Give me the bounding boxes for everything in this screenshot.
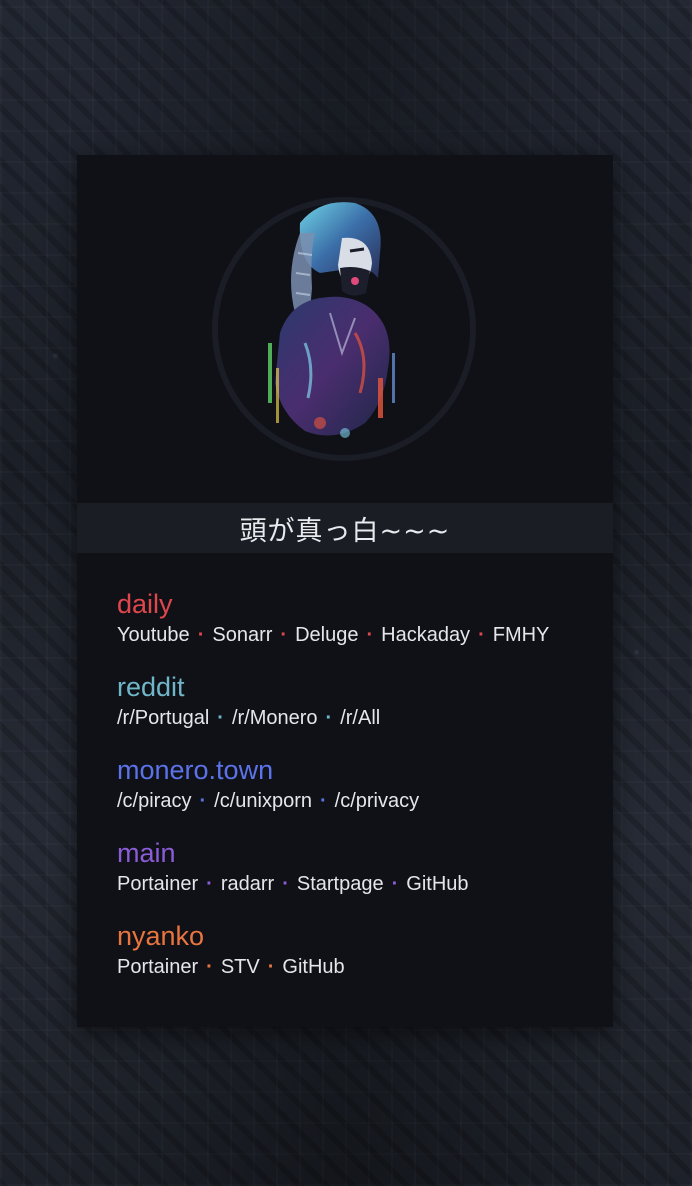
group-links: Youtube · Sonarr · Deluge · Hackaday · FMHY [117, 621, 597, 649]
link-group-nyanko: nyanko Portainer · STV · GitHub [117, 919, 597, 984]
bookmark-link[interactable]: GitHub [282, 956, 344, 978]
link-separator: · [280, 624, 288, 646]
link-group-daily: daily Youtube · Sonarr · Deluge · Hackaday · FMHY [117, 587, 597, 652]
page-title: 頭が真っ白~~~ [239, 515, 451, 547]
group-heading: reddit [117, 672, 185, 702]
bookmark-link[interactable]: /c/unixporn [214, 790, 312, 812]
link-group-reddit: reddit/r/Portugal · /r/Monero · /r/All [117, 670, 597, 735]
bookmark-link[interactable]: Youtube [117, 624, 190, 646]
bookmark-link[interactable]: /r/Portugal [117, 707, 209, 729]
link-separator: · [267, 956, 275, 978]
bookmark-link[interactable]: Sonarr [212, 624, 272, 646]
title-bar: 頭が真っ白~~~ [77, 503, 613, 553]
link-groups: daily Youtube · Sonarr · Deluge · Hackaday · FMHY… [117, 587, 597, 1002]
link-separator: · [319, 790, 327, 812]
group-links: /r/Portugal · /r/Monero · /r/All [117, 704, 597, 732]
bookmark-link[interactable]: STV [221, 956, 260, 978]
link-separator: · [391, 873, 399, 895]
group-heading: nyanko [117, 921, 205, 951]
bookmark-link[interactable]: /c/privacy [335, 790, 419, 812]
bookmark-link[interactable]: Portainer [117, 873, 198, 895]
anime-girl-portrait-icon [268, 202, 395, 438]
link-separator: · [197, 624, 205, 646]
bookmark-link[interactable]: Hackaday [381, 624, 470, 646]
link-separator: · [325, 707, 333, 729]
link-group-monero-town: monero.town/c/piracy · /c/unixporn · /c/priv… [117, 753, 597, 818]
group-heading: daily [117, 589, 173, 619]
link-group-main: main Portainer · radarr · Startpage · GitHub [117, 836, 597, 901]
bookmark-link[interactable]: FMHY [493, 624, 550, 646]
bookmark-link[interactable]: Deluge [295, 624, 358, 646]
group-links: Portainer · STV · GitHub [117, 953, 597, 981]
link-separator: · [478, 624, 485, 646]
group-heading: monero.town [117, 755, 274, 785]
group-links: Portainer · radarr · Startpage · GitHub [117, 870, 597, 898]
link-separator: · [366, 624, 374, 646]
link-separator: · [282, 873, 289, 895]
bookmark-link[interactable]: /r/Monero [232, 707, 318, 729]
bookmark-link[interactable]: /c/piracy [117, 790, 191, 812]
bookmark-link[interactable]: radarr [221, 873, 274, 895]
group-links: /c/piracy · /c/unixporn · /c/privacy [117, 787, 597, 815]
group-heading: main [117, 838, 176, 868]
bookmark-link[interactable]: Startpage [297, 873, 384, 895]
link-separator: · [206, 956, 213, 978]
link-separator: · [199, 790, 207, 812]
link-separator: · [206, 873, 213, 895]
bookmark-link[interactable]: GitHub [406, 873, 468, 895]
bookmark-link[interactable]: Portainer [117, 956, 198, 978]
link-separator: · [217, 707, 224, 729]
startpage-card: 頭が真っ白~~~ daily Youtube · Sonarr · Deluge · Hack… [77, 155, 613, 1027]
bookmark-link[interactable]: /r/All [340, 707, 380, 729]
